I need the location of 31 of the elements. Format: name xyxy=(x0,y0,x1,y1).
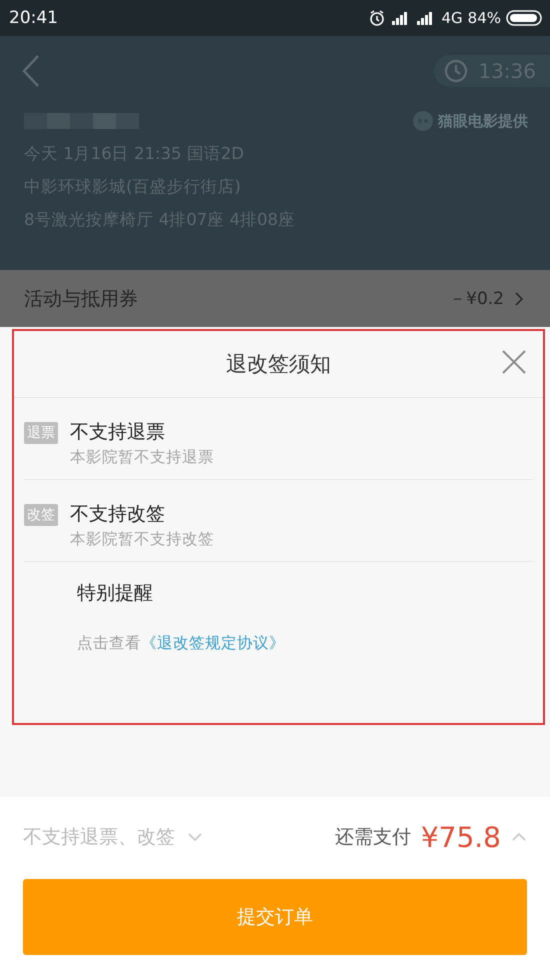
policy-title: 不支持改签 xyxy=(70,502,166,526)
submit-button[interactable]: 提交订单 xyxy=(23,879,527,955)
policy-tag: 退票 xyxy=(24,422,58,444)
alarm-icon xyxy=(368,9,386,27)
sheet-title: 退改签须知 xyxy=(226,351,331,378)
chevron-right-icon xyxy=(514,290,524,306)
agreement-link[interactable]: 《退改签规定协议》 xyxy=(141,634,285,652)
agreement-prompt: 点击查看 xyxy=(77,634,141,652)
battery-icon xyxy=(506,10,542,26)
policy-title: 不支持退票 xyxy=(70,420,166,444)
close-icon xyxy=(501,349,527,375)
policy-tag: 改签 xyxy=(24,504,58,526)
back-icon xyxy=(21,54,41,88)
reminder-title: 特别提醒 xyxy=(76,581,154,606)
chevron-up-icon xyxy=(511,832,527,842)
close-button[interactable] xyxy=(501,349,527,375)
provider-label: 猫眼电影提供 xyxy=(438,112,528,130)
chevron-down-icon xyxy=(187,832,203,842)
network-label: 4G xyxy=(441,9,463,27)
clock-time: 20:41 xyxy=(9,8,58,28)
policy-description: 本影院暂不支持改签 xyxy=(70,529,214,550)
amount-due-label: 还需支付 xyxy=(334,825,411,850)
policy-description: 本影院暂不支持退票 xyxy=(70,447,214,468)
amount-due: ¥75.8 xyxy=(420,820,501,854)
clock-icon xyxy=(444,59,468,83)
back-button[interactable] xyxy=(21,54,41,88)
policy-summary: 不支持退票、改签 xyxy=(23,825,175,850)
discount-label: 活动与抵用券 xyxy=(24,286,138,312)
battery-percent: 84% xyxy=(468,9,501,27)
discount-value: －¥0.2 xyxy=(449,288,504,310)
discount-row[interactable]: 活动与抵用券 －¥0.2 xyxy=(0,270,550,327)
